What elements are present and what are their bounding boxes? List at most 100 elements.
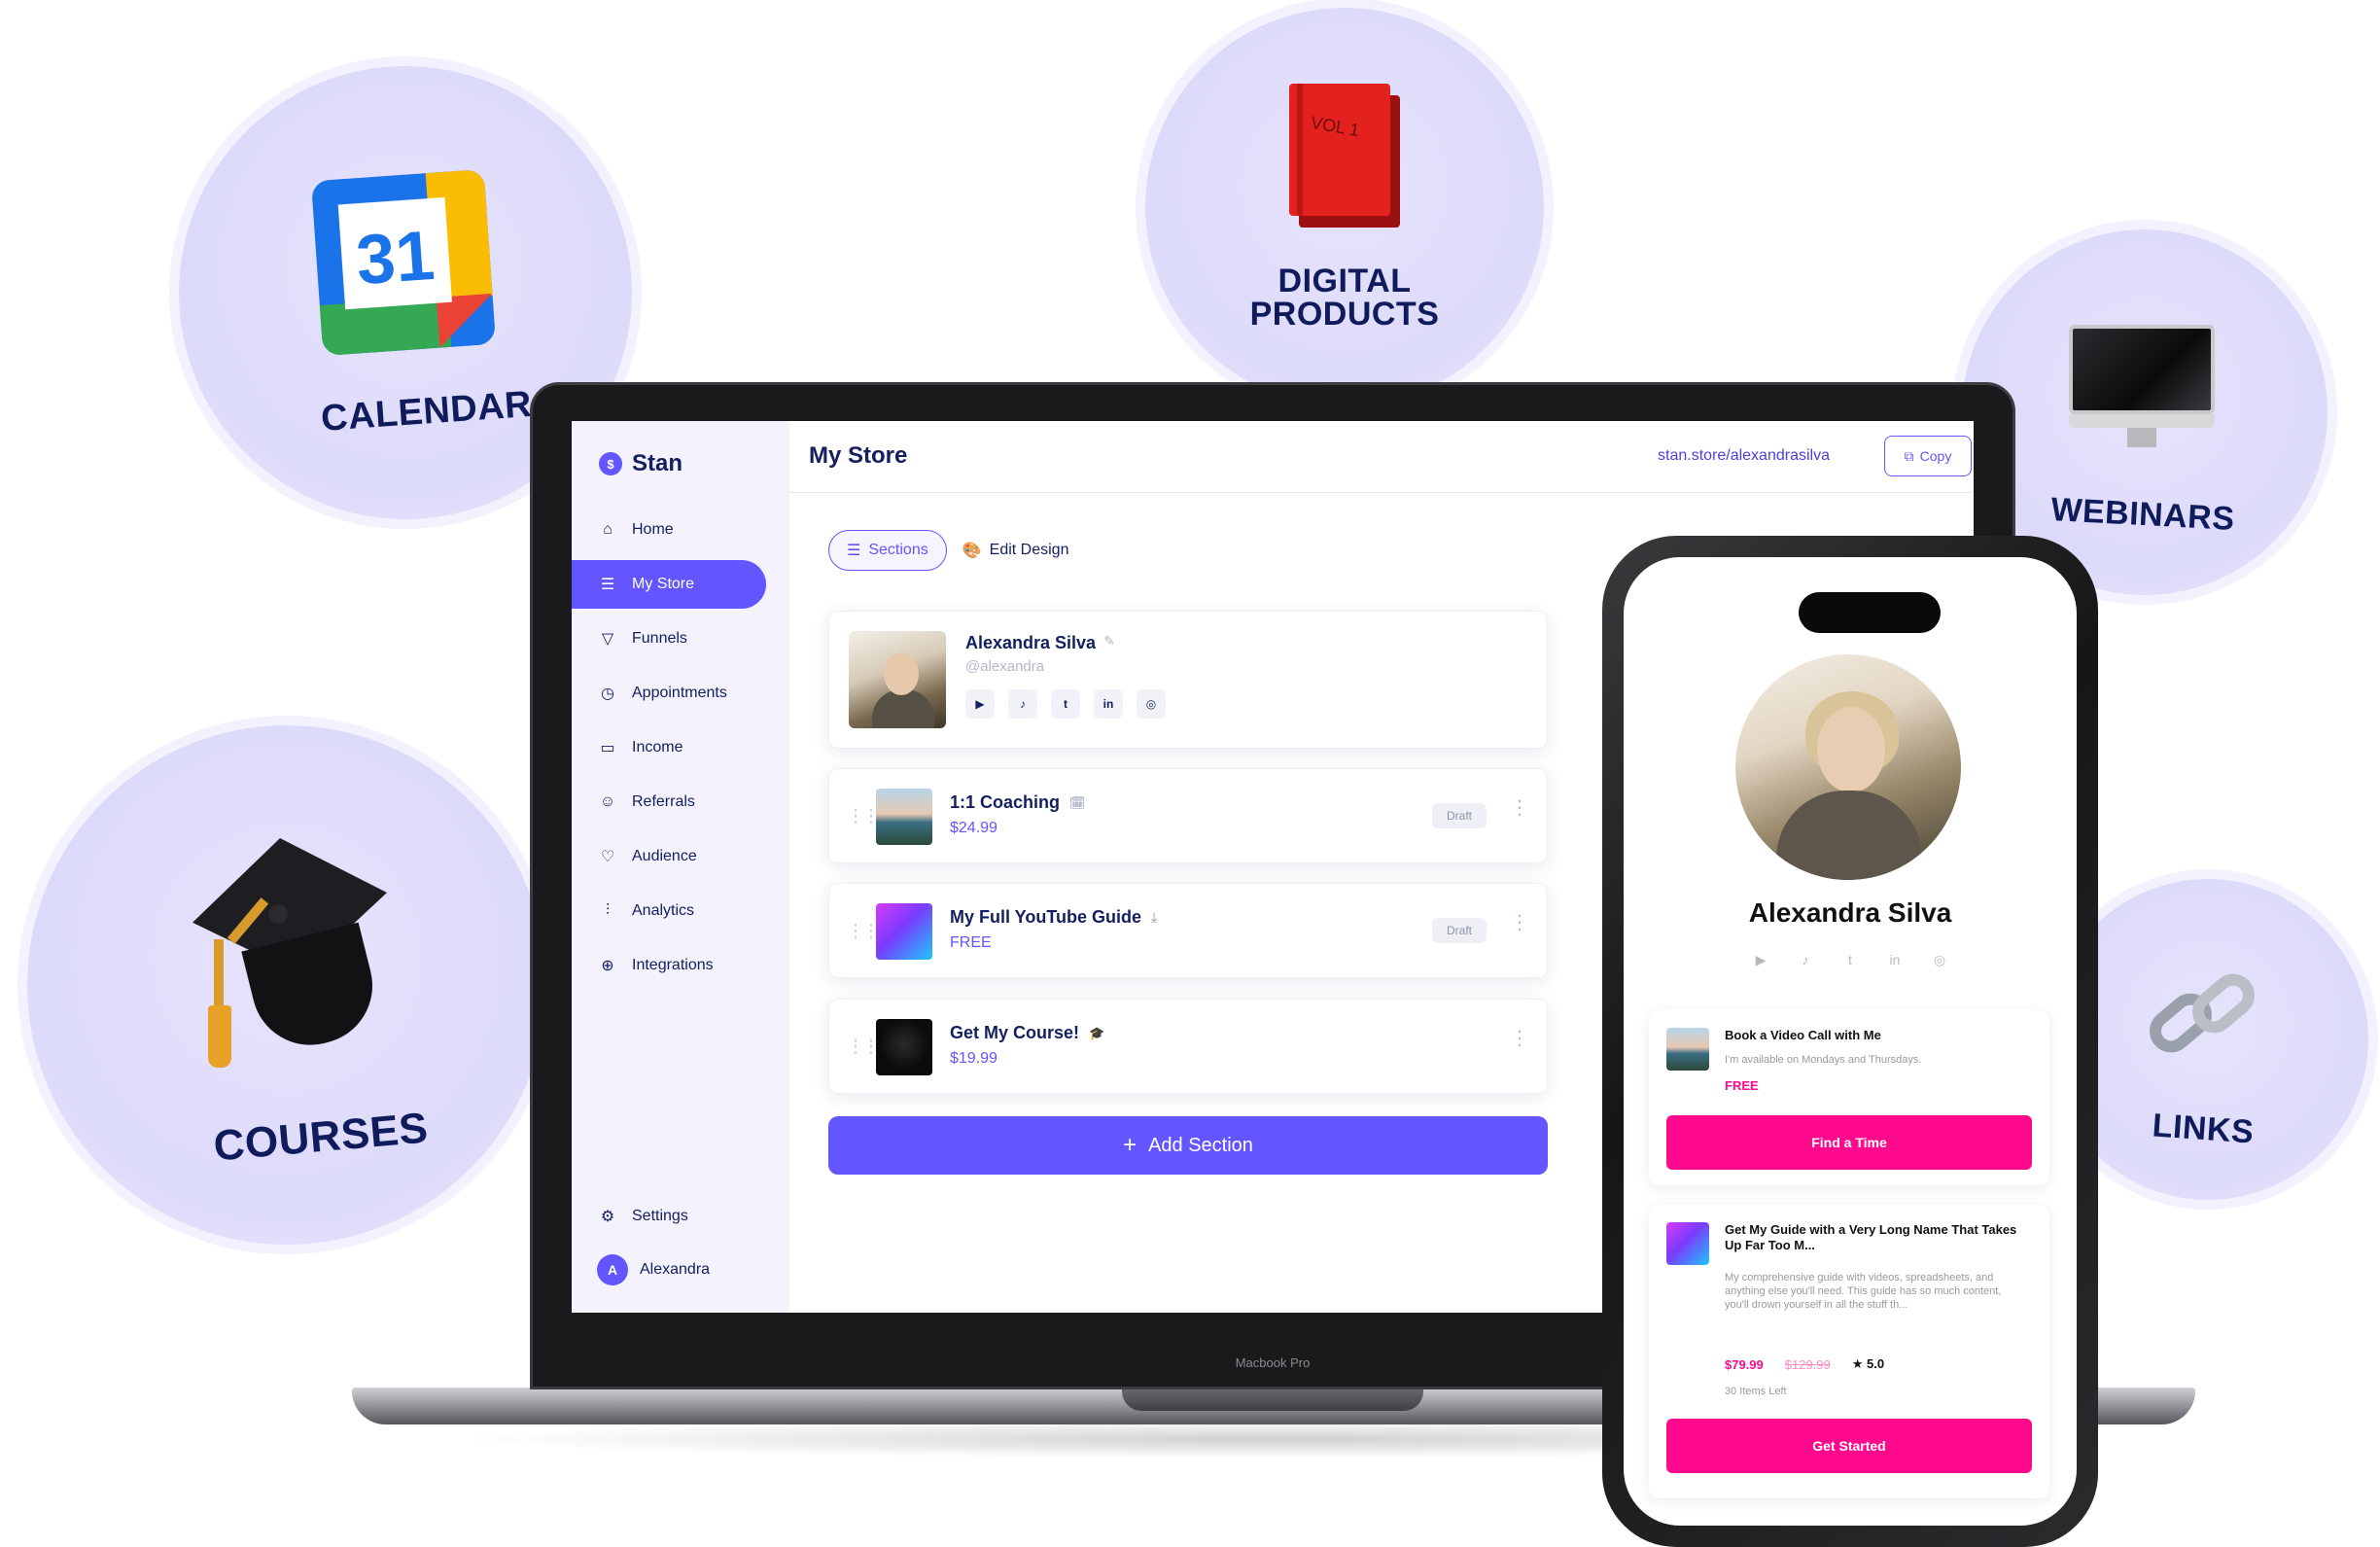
store-tabs: ☰ Sections 🎨 Edit Design [828, 530, 1086, 571]
product-card[interactable]: ⋮⋮ 1:1 Coaching 🗓 $24.99 Draft ⋮ [828, 768, 1548, 863]
rating: ★ 5.0 [1852, 1356, 1884, 1372]
sidebar-item-my-store[interactable]: ☰ My Store [572, 560, 766, 609]
drag-handle-icon[interactable]: ⋮⋮ [847, 1000, 880, 1093]
sidebar: $ Stan ⌂ Home ☰ My Store ▽ Funnels ◷ App… [572, 421, 789, 1313]
tab-edit-design[interactable]: 🎨 Edit Design [962, 530, 1087, 571]
rating-value: 5.0 [1867, 1356, 1885, 1371]
drag-handle-icon[interactable]: ⋮⋮ [847, 884, 880, 977]
instagram-icon[interactable]: ◎ [1927, 948, 1952, 971]
copy-button[interactable]: ⧉ Copy [1884, 436, 1972, 476]
sidebar-item-label: Funnels [632, 630, 687, 647]
phone-frame: Alexandra Silva ▶ ♪ t in ◎ Book a Video … [1602, 536, 2098, 1547]
sidebar-item-referrals[interactable]: ☺ Referrals [572, 778, 789, 826]
add-section-button[interactable]: + Add Section [828, 1116, 1548, 1175]
sidebar-item-income[interactable]: ▭ Income [572, 723, 789, 772]
sidebar-item-home[interactable]: ⌂ Home [572, 506, 789, 554]
brand-logo[interactable]: $ Stan [599, 450, 682, 477]
store-icon: ☰ [600, 577, 615, 593]
tiktok-icon[interactable]: ♪ [1008, 689, 1037, 719]
offer-old-price: $129.99 [1784, 1356, 1831, 1372]
book-icon: VOL 1 [1289, 84, 1402, 228]
product-thumbnail [876, 789, 932, 845]
wallet-icon: ▭ [600, 740, 615, 756]
google-calendar-icon: 31 [310, 169, 497, 356]
product-price: FREE [950, 934, 992, 951]
avatar: A [597, 1254, 628, 1285]
user-menu[interactable]: A Alexandra [597, 1254, 710, 1285]
phone-profile-name: Alexandra Silva [1748, 897, 1952, 928]
tab-label: Edit Design [989, 542, 1069, 558]
funnel-icon: ▽ [601, 631, 614, 648]
offer-thumbnail [1666, 1222, 1709, 1265]
price-row: $79.99 $129.99 ★ 5.0 [1725, 1356, 1884, 1372]
sections-icon: ☰ [847, 543, 861, 559]
product-title: 1:1 Coaching [950, 792, 1061, 812]
sidebar-item-label: Analytics [632, 902, 695, 919]
product-card[interactable]: ⋮⋮ My Full YouTube Guide ⤓ FREE Draft ⋮ [828, 883, 1548, 978]
sidebar-nav: ⌂ Home ☰ My Store ▽ Funnels ◷ Appointmen… [572, 506, 789, 996]
product-title-row: 1:1 Coaching 🗓 [950, 792, 1086, 813]
sidebar-item-analytics[interactable]: ⫶ Analytics [572, 887, 789, 935]
offer-title: Book a Video Call with Me [1725, 1028, 1881, 1042]
calendar-icon: 🗓 [1069, 794, 1086, 810]
copy-label: Copy [1919, 448, 1952, 464]
user-name: Alexandra [640, 1261, 711, 1278]
sidebar-item-label: Referrals [632, 793, 695, 810]
more-options-icon[interactable]: ⋮ [1510, 1029, 1529, 1048]
sidebar-item-label: Appointments [632, 685, 727, 701]
more-options-icon[interactable]: ⋮ [1510, 798, 1529, 818]
tab-label: Sections [868, 542, 928, 558]
product-price: $24.99 [950, 820, 998, 836]
page-title: My Store [809, 442, 908, 469]
stan-logo-icon: $ [599, 452, 622, 475]
star-icon: ★ [1851, 1356, 1864, 1371]
sidebar-item-audience[interactable]: ♡ Audience [572, 832, 789, 881]
calendar-day-text: 31 [353, 216, 438, 300]
copy-icon: ⧉ [1904, 447, 1914, 464]
instagram-icon[interactable]: ◎ [1137, 689, 1166, 719]
offer-thumbnail [1666, 1028, 1709, 1071]
palette-icon: 🎨 [962, 543, 982, 559]
store-url-link[interactable]: stan.store/alexandrasilva [1658, 447, 1830, 465]
offer-title: Get My Guide with a Very Long Name That … [1725, 1222, 2017, 1252]
sidebar-item-funnels[interactable]: ▽ Funnels [572, 615, 789, 663]
sidebar-item-label: Income [632, 739, 683, 756]
product-title-row: Get My Course! 🎓 [950, 1023, 1104, 1043]
drag-handle-icon[interactable]: ⋮⋮ [847, 769, 880, 862]
edit-pencil-icon[interactable]: ✎ [1103, 633, 1115, 653]
product-price: $19.99 [950, 1050, 998, 1067]
linkedin-icon[interactable]: in [1882, 948, 1908, 971]
profile-name-row: Alexandra Silva ✎ [965, 633, 1115, 653]
youtube-icon[interactable]: ▶ [965, 689, 995, 719]
tab-sections[interactable]: ☰ Sections [828, 530, 947, 571]
twitter-icon[interactable]: t [1051, 689, 1080, 719]
stock-text: 30 Items Left [1725, 1386, 1787, 1397]
product-card[interactable]: ⋮⋮ Get My Course! 🎓 $19.99 ⋮ [828, 999, 1548, 1094]
sidebar-item-label: Home [632, 521, 674, 538]
laptop-model-label: Macbook Pro [1235, 1355, 1311, 1370]
offer-price: FREE [1725, 1078, 1759, 1093]
sidebar-item-settings[interactable]: ⚙ Settings [599, 1207, 688, 1226]
sidebar-item-appointments[interactable]: ◷ Appointments [572, 669, 789, 718]
get-started-button[interactable]: Get Started [1666, 1419, 2032, 1473]
heart-icon: ♡ [600, 849, 615, 865]
profile-socials: ▶ ♪ t in ◎ [965, 689, 1166, 719]
profile-name: Alexandra Silva [965, 633, 1097, 652]
linkedin-icon[interactable]: in [1094, 689, 1123, 719]
clock-icon: ◷ [601, 686, 614, 702]
home-icon: ⌂ [603, 521, 612, 538]
bar-chart-icon: ⫶ [605, 902, 610, 919]
twitter-icon[interactable]: t [1838, 948, 1863, 971]
offer-price: $79.99 [1725, 1356, 1764, 1372]
product-title: Get My Course! [950, 1023, 1080, 1042]
more-options-icon[interactable]: ⋮ [1510, 913, 1529, 932]
profile-card[interactable]: Alexandra Silva ✎ @alexandra ▶ ♪ t in ◎ [828, 611, 1548, 749]
offer-description: I'm available on Mondays and Thursdays. [1725, 1054, 1922, 1066]
phone-socials: ▶ ♪ t in ◎ [1624, 948, 2077, 971]
find-a-time-button[interactable]: Find a Time [1666, 1115, 2032, 1170]
sidebar-item-integrations[interactable]: ⊕ Integrations [572, 941, 789, 990]
tiktok-icon[interactable]: ♪ [1793, 948, 1818, 971]
youtube-icon[interactable]: ▶ [1748, 948, 1773, 971]
product-thumbnail [876, 1019, 932, 1075]
gear-icon: ⚙ [600, 1209, 615, 1225]
